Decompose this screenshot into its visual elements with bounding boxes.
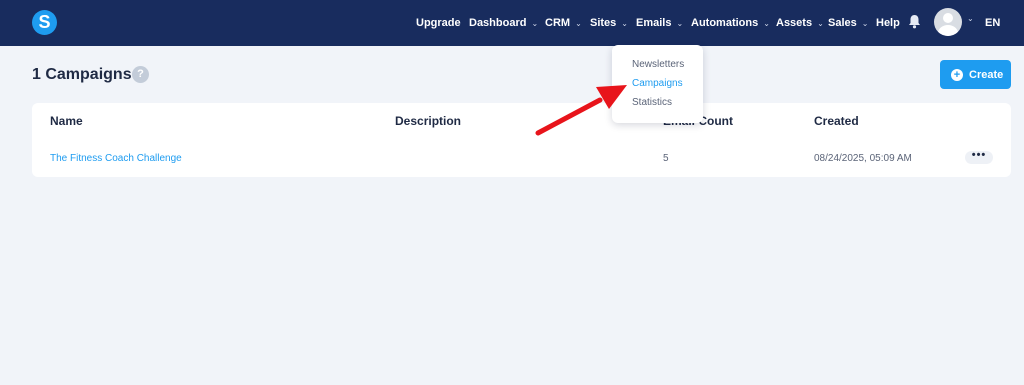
campaign-name-link[interactable]: The Fitness Coach Challenge (50, 153, 182, 164)
nav-sales-label: Sales (828, 17, 857, 29)
top-navigation-bar: S Upgrade Dashboard ⌄ CRM ⌄ Sites ⌄ Emails ⌄… (0, 0, 1024, 46)
chevron-down-icon: ⌄ (531, 18, 539, 28)
nav-upgrade-label: Upgrade (416, 17, 461, 29)
menu-item-newsletters[interactable]: Newsletters (632, 59, 684, 70)
column-header-name[interactable]: Name (50, 114, 83, 128)
help-icon[interactable]: ? (132, 66, 149, 83)
chevron-down-icon[interactable]: ⌄ (967, 14, 974, 23)
page-title: 1 Campaigns (32, 66, 132, 83)
nav-sites-label: Sites (590, 17, 617, 29)
nav-emails[interactable]: Emails ⌄ (636, 0, 683, 46)
avatar-head-shape (943, 13, 953, 23)
avatar-body-shape (938, 25, 958, 36)
campaign-email-count: 5 (663, 153, 669, 164)
column-header-created[interactable]: Created (814, 114, 859, 128)
chevron-down-icon: ⌄ (817, 18, 824, 28)
nav-crm[interactable]: CRM ⌄ (545, 0, 582, 46)
nav-dashboard[interactable]: Dashboard ⌄ (469, 0, 538, 46)
nav-dashboard-label: Dashboard (469, 17, 527, 29)
nav-automations-label: Automations (691, 17, 759, 29)
emails-dropdown-menu: Newsletters Campaigns Statistics (612, 45, 703, 123)
nav-emails-label: Emails (636, 17, 672, 29)
menu-item-campaigns[interactable]: Campaigns (632, 78, 683, 89)
nav-sites[interactable]: Sites ⌄ (590, 0, 628, 46)
campaign-created-date: 08/24/2025, 05:09 AM (814, 153, 912, 164)
language-selector[interactable]: EN (985, 0, 1000, 46)
column-header-description[interactable]: Description (395, 114, 461, 128)
chevron-down-icon: ⌄ (861, 18, 869, 28)
create-button[interactable]: + Create (940, 60, 1011, 89)
nav-help[interactable]: Help (876, 0, 900, 46)
language-label: EN (985, 17, 1001, 29)
plus-icon: + (951, 68, 963, 81)
campaigns-table: Name Description Email Count Created The… (32, 103, 1011, 177)
create-button-label: Create (969, 68, 1004, 81)
avatar[interactable] (934, 8, 962, 36)
bell-icon[interactable] (908, 14, 921, 29)
annotation-arrow (535, 85, 627, 136)
row-actions-more-button[interactable]: ••• (965, 150, 993, 164)
nav-automations[interactable]: Automations ⌄ (691, 0, 770, 46)
chevron-down-icon: ⌄ (575, 18, 582, 28)
menu-item-statistics[interactable]: Statistics (632, 97, 672, 108)
nav-assets[interactable]: Assets ⌄ (776, 0, 824, 46)
nav-crm-label: CRM (545, 17, 571, 29)
nav-sales[interactable]: Sales ⌄ (828, 0, 868, 46)
chevron-down-icon: ⌄ (676, 18, 684, 28)
nav-upgrade[interactable]: Upgrade (416, 0, 461, 46)
logo[interactable]: S (32, 10, 57, 35)
chevron-down-icon: ⌄ (763, 18, 770, 28)
nav-help-label: Help (876, 17, 900, 29)
chevron-down-icon: ⌄ (621, 18, 628, 28)
nav-assets-label: Assets (776, 17, 813, 29)
